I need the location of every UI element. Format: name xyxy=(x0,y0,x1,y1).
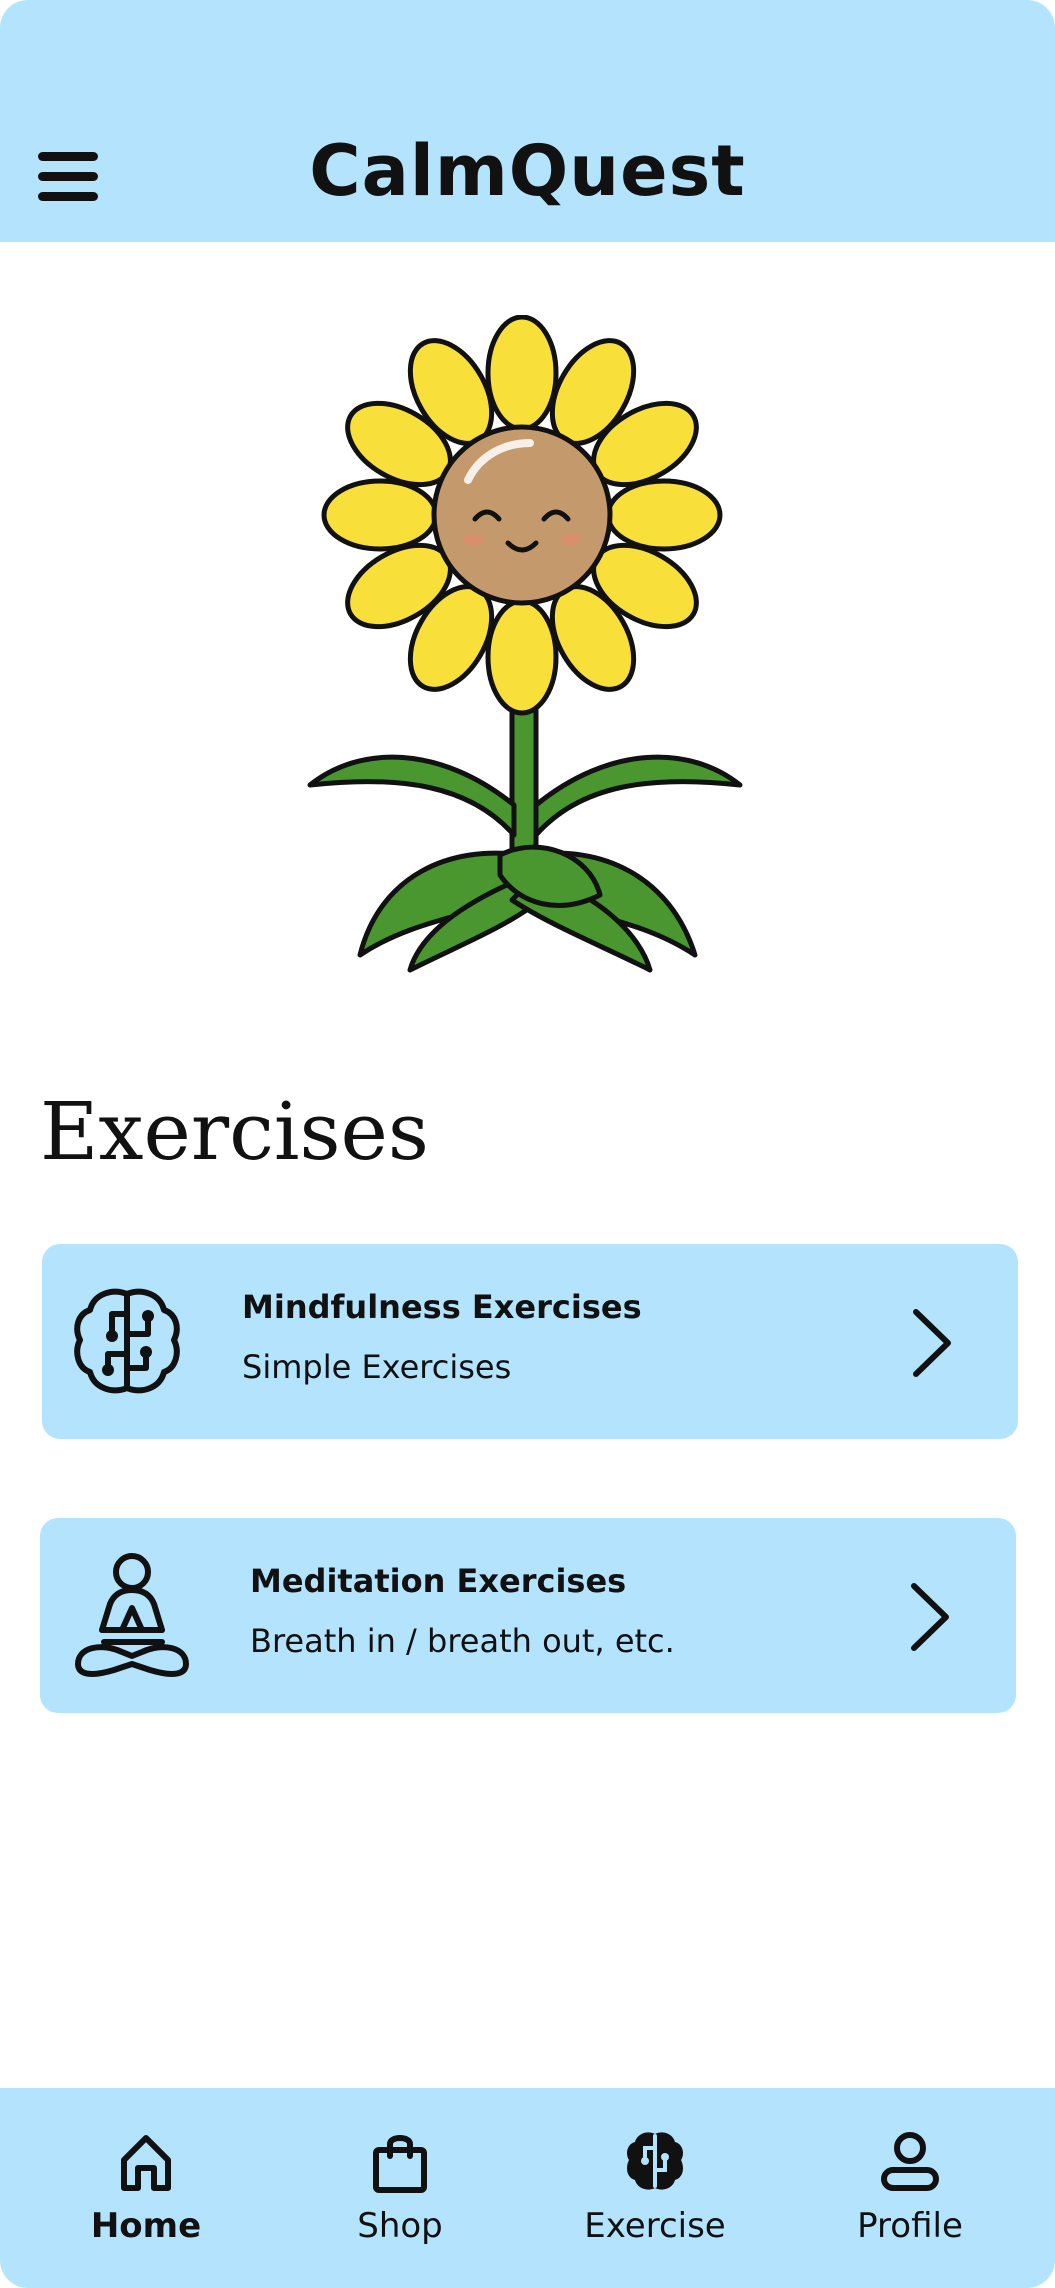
exercises-heading: Exercises xyxy=(40,1085,429,1178)
brain-icon xyxy=(627,2132,683,2190)
home-icon xyxy=(121,2135,171,2191)
app-header: CalmQuest xyxy=(0,0,1055,242)
bottom-navigation: Home Shop Exercise Profile xyxy=(0,2088,1055,2288)
chevron-right-icon xyxy=(913,1309,951,1377)
app-screen: CalmQuest Exercises Mindfulness Exercise… xyxy=(0,0,1055,2288)
sunflower-mascot-icon xyxy=(307,315,743,973)
card-subtitle: Simple Exercises xyxy=(242,1348,512,1386)
card-subtitle: Breath in / breath out, etc. xyxy=(250,1622,675,1660)
brain-circuit-icon xyxy=(74,1288,180,1394)
nav-label-home: Home xyxy=(90,2206,202,2246)
nav-label-profile: Profile xyxy=(857,2206,963,2246)
user-icon xyxy=(881,2132,939,2191)
mindfulness-exercises-card[interactable]: Mindfulness Exercises Simple Exercises xyxy=(42,1244,1018,1439)
card-title: Mindfulness Exercises xyxy=(242,1288,642,1326)
nav-label-exercise: Exercise xyxy=(584,2206,726,2246)
shopping-bag-icon xyxy=(373,2135,427,2193)
meditation-exercises-card[interactable]: Meditation Exercises Breath in / breath … xyxy=(40,1518,1016,1713)
nav-label-shop: Shop xyxy=(357,2206,443,2246)
nav-item-exercise[interactable]: Exercise xyxy=(555,2088,755,2288)
meditation-pose-icon xyxy=(75,1553,189,1677)
chevron-right-icon xyxy=(911,1583,949,1651)
nav-item-shop[interactable]: Shop xyxy=(300,2088,500,2288)
card-title: Meditation Exercises xyxy=(250,1562,627,1600)
app-title: CalmQuest xyxy=(309,130,746,212)
nav-item-profile[interactable]: Profile xyxy=(810,2088,1010,2288)
nav-item-home[interactable]: Home xyxy=(46,2088,246,2288)
